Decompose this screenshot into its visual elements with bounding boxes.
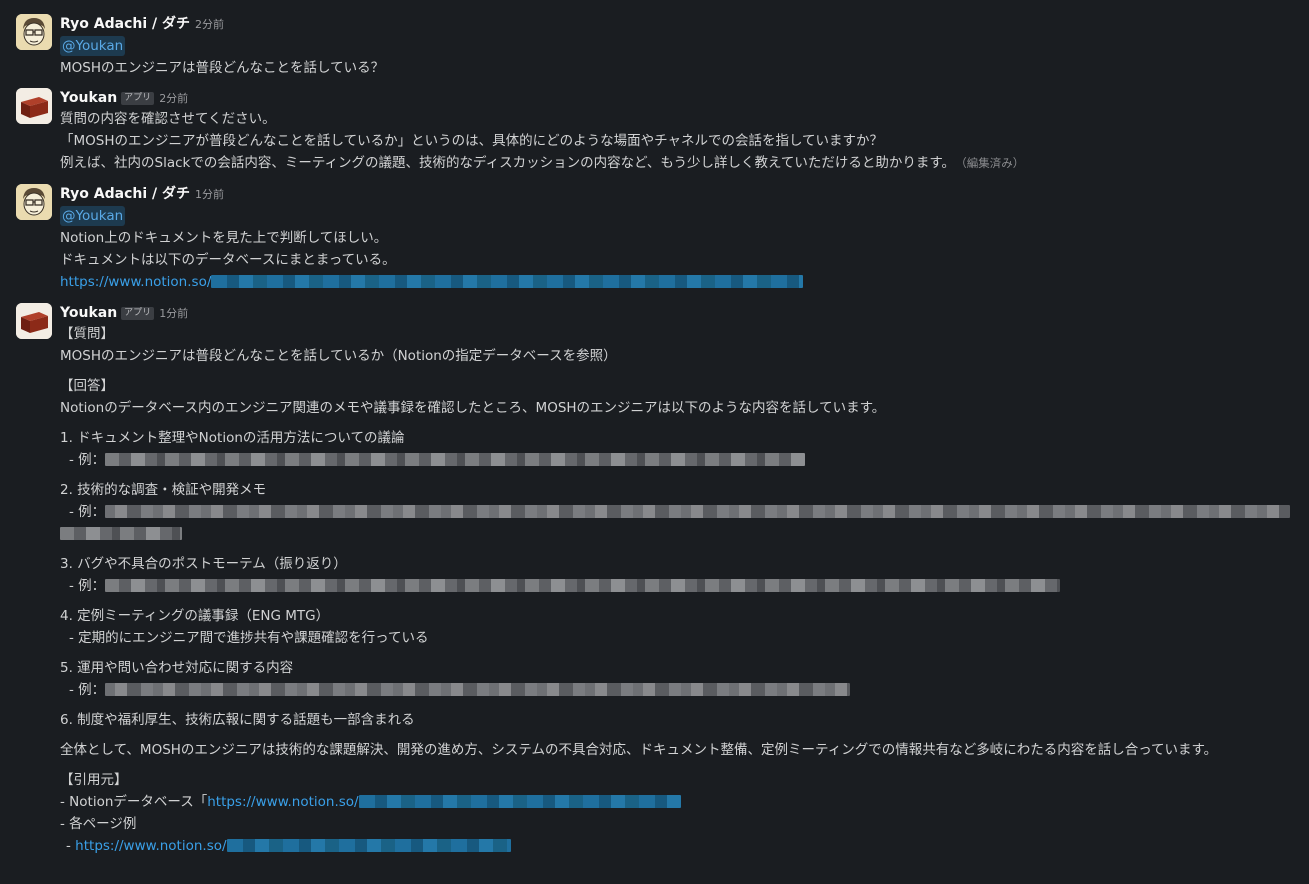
notion-link[interactable]: https://www.notion.so/ bbox=[60, 274, 211, 290]
list-item-title: 4. 定例ミーティングの議事録（ENG MTG） bbox=[60, 608, 330, 624]
example-label: - 例： bbox=[69, 504, 106, 520]
redacted-text bbox=[105, 683, 851, 696]
answer-heading: 【回答】 bbox=[60, 378, 114, 394]
source-db-link[interactable]: https://www.notion.so/ bbox=[207, 794, 358, 810]
answer-text: Notionのデータベース内のエンジニア関連のメモや議事録を確認したところ、MO… bbox=[60, 400, 886, 416]
message-text: 「MOSHのエンジニアが普段どんなことを話しているか」というのは、具体的にどのよ… bbox=[60, 133, 884, 149]
timestamp[interactable]: 1分前 bbox=[159, 307, 188, 320]
list-item-title: 3. バグや不具合のポストモーテム（振り返り） bbox=[60, 556, 347, 572]
redacted-continuation bbox=[60, 523, 1301, 545]
summary-text: 全体として、MOSHのエンジニアは技術的な課題解決、開発の進め方、システムの不具… bbox=[60, 742, 1218, 758]
redacted-link[interactable] bbox=[226, 839, 511, 852]
mention[interactable]: @Youkan bbox=[60, 36, 126, 56]
user-avatar[interactable] bbox=[16, 184, 52, 220]
source-db-line: - Notionデータベース「https://www.notion.so/ bbox=[60, 791, 1301, 813]
link-line: https://www.notion.so/ bbox=[60, 271, 1301, 293]
bot-avatar[interactable] bbox=[16, 88, 52, 124]
author-name[interactable]: Ryo Adachi / ダチ bbox=[60, 16, 190, 32]
example-label: - 例： bbox=[69, 682, 106, 698]
redacted-text bbox=[105, 579, 1061, 592]
author-name[interactable]: Ryo Adachi / ダチ bbox=[60, 186, 190, 202]
example-label: - 例： bbox=[69, 578, 106, 594]
message: Youkan アプリ 2分前 質問の内容を確認させてください。 「MOSHのエンジニ… bbox=[0, 88, 1309, 174]
example-label: - 例： bbox=[69, 452, 106, 468]
timestamp[interactable]: 2分前 bbox=[159, 92, 188, 105]
app-badge: アプリ bbox=[121, 307, 155, 320]
source-page-line: - https://www.notion.so/ bbox=[60, 835, 1301, 857]
source-page-link[interactable]: https://www.notion.so/ bbox=[75, 838, 226, 854]
bot-avatar[interactable] bbox=[16, 303, 52, 339]
mention[interactable]: @Youkan bbox=[60, 206, 126, 226]
redacted-text bbox=[105, 505, 1291, 518]
source-heading: 【引用元】 bbox=[60, 772, 128, 788]
timestamp[interactable]: 1分前 bbox=[195, 188, 224, 201]
message: Ryo Adachi / ダチ 1分前 @Youkan Notion上のドキュメン… bbox=[0, 184, 1309, 294]
edited-label: （編集済み） bbox=[960, 156, 1025, 170]
list-item-sub: - 例： bbox=[60, 679, 1301, 701]
list-item-sub: - 定期的にエンジニア間で進捗共有や課題確認を行っている bbox=[69, 630, 429, 646]
person-avatar-icon bbox=[16, 14, 52, 50]
author-name[interactable]: Youkan bbox=[60, 90, 117, 106]
list-item-title: 1. ドキュメント整理やNotionの活用方法についての議論 bbox=[60, 430, 405, 446]
source-db-prefix: - Notionデータベース「 bbox=[60, 794, 208, 810]
redacted-link[interactable] bbox=[358, 795, 681, 808]
user-avatar[interactable] bbox=[16, 14, 52, 50]
list-item-sub: - 例： bbox=[60, 449, 1301, 471]
person-avatar-icon bbox=[16, 184, 52, 220]
message: Ryo Adachi / ダチ 2分前 @Youkan MOSHのエンジニアは普段… bbox=[0, 14, 1309, 80]
message-text: ドキュメントは以下のデータベースにまとまっている。 bbox=[60, 252, 396, 268]
question-text: MOSHのエンジニアは普段どんなことを話しているか（Notionの指定データベー… bbox=[60, 348, 617, 364]
message: Youkan アプリ 1分前 【質問】 MOSHのエンジニアは普段どんなことを話して… bbox=[0, 303, 1309, 883]
message-line: 例えば、社内のSlackでの会話内容、ミーティングの議題、技術的なディスカッショ… bbox=[60, 155, 955, 171]
list-item-title: 5. 運用や問い合わせ対応に関する内容 bbox=[60, 660, 294, 676]
list-item-sub: - 例： bbox=[60, 575, 1301, 597]
app-badge: アプリ bbox=[121, 92, 155, 105]
list-item-title: 2. 技術的な調査・検証や開発メモ bbox=[60, 482, 267, 498]
message-text: 質問の内容を確認させてください。 bbox=[60, 111, 276, 127]
list-item-sub: - 例： bbox=[60, 501, 1301, 523]
timestamp[interactable]: 2分前 bbox=[195, 18, 224, 31]
source-pages-label: - 各ページ例 bbox=[60, 816, 137, 832]
youkan-icon bbox=[16, 88, 52, 124]
question-heading: 【質問】 bbox=[60, 326, 114, 342]
message-text: MOSHのエンジニアは普段どんなことを話している？ bbox=[60, 60, 385, 76]
redacted-text bbox=[105, 453, 806, 466]
redacted-link[interactable] bbox=[211, 275, 804, 288]
message-text: 例えば、社内のSlackでの会話内容、ミーティングの議題、技術的なディスカッショ… bbox=[60, 152, 1301, 174]
author-name[interactable]: Youkan bbox=[60, 305, 117, 321]
source-page-prefix: - bbox=[66, 838, 76, 854]
redacted-text bbox=[60, 527, 182, 540]
list-item-title: 6. 制度や福利厚生、技術広報に関する話題も一部含まれる bbox=[60, 712, 415, 728]
message-text: Notion上のドキュメントを見た上で判断してほしい。 bbox=[60, 230, 388, 246]
youkan-icon bbox=[16, 303, 52, 339]
